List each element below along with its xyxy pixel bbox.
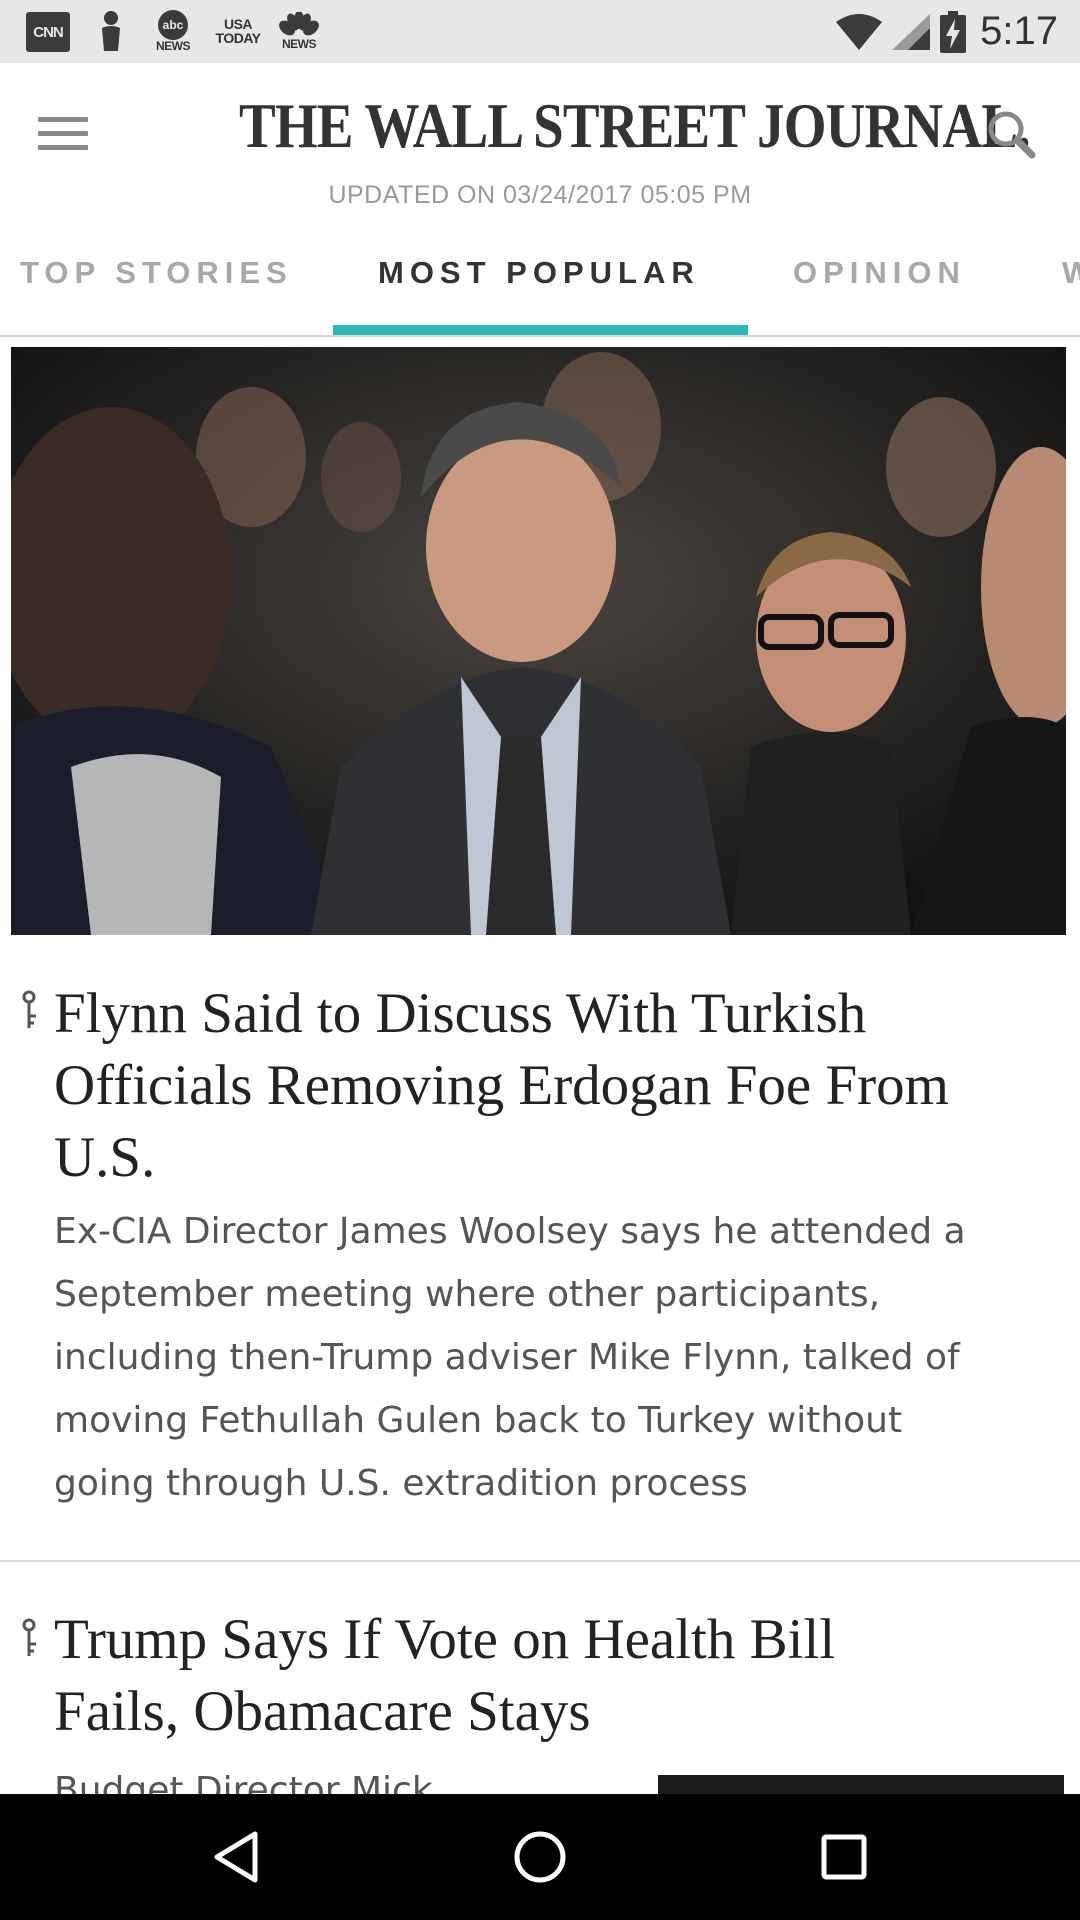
article-summary: Ex-CIA Director James Woolsey says he at… [54, 1211, 966, 1504]
key-icon [22, 1618, 36, 1656]
cnn-icon: CNN [26, 12, 70, 52]
battery-charging-icon [940, 10, 967, 53]
hamburger-menu-icon[interactable] [38, 103, 108, 163]
updated-timestamp: UPDATED ON 03/24/2017 05:05 PM [328, 181, 752, 209]
home-icon[interactable] [500, 1822, 580, 1892]
abc-news-icon: abc NEWS [150, 8, 196, 54]
article-headline[interactable]: Flynn Said to Discuss With Turkish Offic… [54, 978, 1034, 1194]
article-hero-image[interactable] [11, 347, 1066, 935]
article-summary: Budget Director Mick [54, 1770, 433, 1794]
tab-most-popular[interactable]: MOST POPULAR [378, 255, 700, 291]
recents-icon[interactable] [804, 1822, 884, 1892]
back-icon[interactable] [196, 1822, 276, 1892]
signal-icon [892, 13, 931, 50]
tab-opinion[interactable]: OPINION [793, 255, 966, 291]
search-icon[interactable] [980, 103, 1044, 167]
tab-top-stories[interactable]: TOP STORIES [20, 255, 293, 291]
section-tabs: TOP STORIES MOST POPULAR OPINION W [0, 213, 1080, 337]
wifi-icon [836, 13, 883, 50]
article-headline[interactable]: Trump Says If Vote on Health Bill Fails,… [54, 1604, 934, 1748]
nbc-news-icon: NEWS [274, 8, 324, 54]
status-bar: CNN abc NEWS USA TODAY NEWS 5:17 [0, 0, 1080, 63]
person-icon [96, 8, 126, 54]
system-nav-bar [0, 1794, 1080, 1920]
app-header: THE WALL STREET JOURNAL. UPDATED ON 03/2… [0, 63, 1080, 213]
masthead-logo: THE WALL STREET JOURNAL. [239, 90, 1031, 161]
key-icon [22, 990, 36, 1028]
article-clipped-row: Budget Director Mick [0, 1760, 1080, 1794]
tab-partial[interactable]: W [1062, 255, 1080, 291]
clock: 5:17 [980, 9, 1058, 53]
article-thumbnail[interactable] [658, 1775, 1064, 1794]
usa-today-icon: USA TODAY [215, 16, 261, 46]
divider [0, 1560, 1080, 1562]
active-tab-indicator [333, 325, 748, 335]
